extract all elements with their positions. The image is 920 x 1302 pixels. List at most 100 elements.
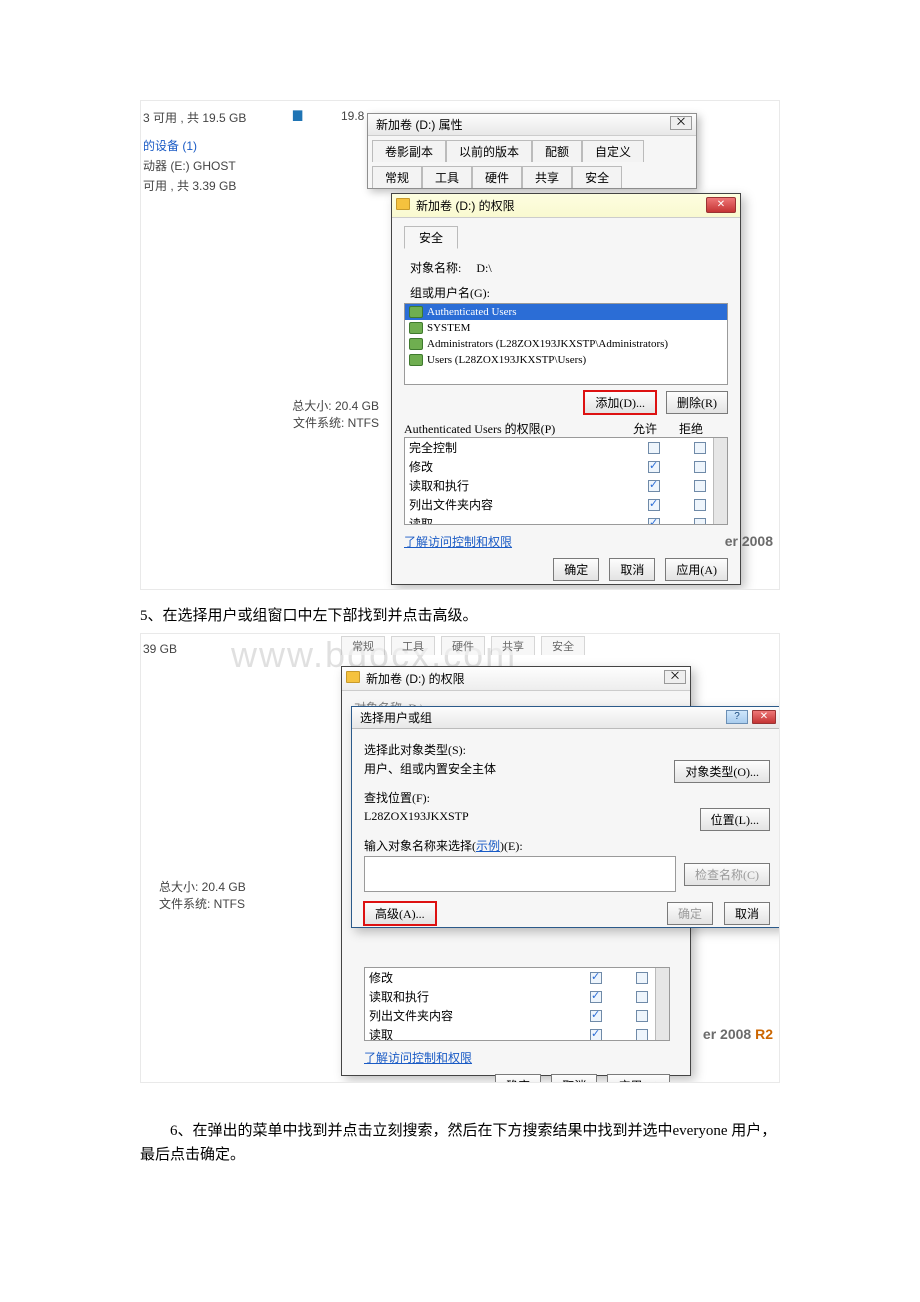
col-allow: 允许 — [622, 420, 668, 437]
object-name-label: 对象名称: — [410, 261, 461, 275]
fs-type-2: 文件系统: NTFS — [159, 895, 246, 912]
select-ok-button[interactable]: 确定 — [667, 902, 713, 925]
allow-checkbox[interactable] — [590, 1010, 602, 1022]
learn-link[interactable]: 了解访问控制和权限 — [404, 535, 512, 549]
deny-checkbox[interactable] — [636, 972, 648, 984]
watermark-version: er 2008 — [725, 533, 773, 549]
tab-hardware[interactable]: 硬件 — [472, 166, 522, 188]
tab-quota[interactable]: 配额 — [532, 140, 582, 162]
drive-icon: ▆ — [293, 107, 302, 121]
add-button[interactable]: 添加(D)... — [584, 391, 656, 414]
location-value: L28ZOX193JKXSTP — [364, 809, 692, 824]
bg-tab: 共享 — [491, 636, 535, 655]
deny-checkbox[interactable] — [694, 480, 706, 492]
help-icon[interactable]: ? — [726, 710, 748, 724]
allow-checkbox[interactable] — [590, 1029, 602, 1041]
deny-checkbox[interactable] — [694, 442, 706, 454]
deny-checkbox[interactable] — [636, 991, 648, 1003]
check-name-button[interactable]: 检查名称(C) — [684, 863, 770, 886]
total-size-2: 总大小: 20.4 GB — [159, 878, 246, 895]
screenshot-1: 3 可用 , 共 19.5 GB ▆ 19.8 的设备 (1) 动器 (E:) … — [140, 100, 780, 590]
tab-customize[interactable]: 自定义 — [582, 140, 644, 162]
allow-checkbox[interactable] — [648, 499, 660, 511]
total-size: 总大小: 20.4 GB — [292, 397, 379, 414]
properties-tabs-row1: 卷影副本 以前的版本 配额 自定义 — [368, 136, 696, 162]
ok-button[interactable]: 确定 — [553, 558, 599, 581]
deny-checkbox[interactable] — [636, 1029, 648, 1041]
allow-checkbox[interactable] — [648, 442, 660, 454]
tab-tools[interactable]: 工具 — [422, 166, 472, 188]
permissions-close-button-2[interactable]: ⨉ — [664, 670, 686, 684]
learn-link-2[interactable]: 了解访问控制和权限 — [364, 1051, 472, 1065]
group-item-admins[interactable]: Administrators (L28ZOX193JKXSTP\Administ… — [405, 336, 727, 352]
deny-checkbox[interactable] — [636, 1010, 648, 1022]
location-label: 查找位置(F): — [364, 789, 770, 806]
perm-scrollbar[interactable] — [713, 438, 727, 524]
perm-row-read-2: 读取 — [365, 1025, 669, 1041]
deny-checkbox[interactable] — [694, 461, 706, 473]
tab-previous-versions[interactable]: 以前的版本 — [446, 140, 532, 162]
properties-tabs-row2: 常规 工具 硬件 共享 安全 — [368, 162, 696, 188]
allow-checkbox[interactable] — [648, 518, 660, 525]
object-type-value: 用户、组或内置安全主体 — [364, 760, 666, 777]
folder-icon — [346, 671, 360, 683]
perm-row-modify: 修改 — [405, 457, 727, 476]
deny-checkbox[interactable] — [694, 499, 706, 511]
cancel-button-2[interactable]: 取消 — [551, 1074, 597, 1083]
watermark-version-2: er 2008 R2 — [703, 1026, 773, 1042]
apply-button[interactable]: 应用(A) — [665, 558, 728, 581]
apply-button-2[interactable]: 应用(A) — [607, 1074, 670, 1083]
allow-checkbox[interactable] — [648, 461, 660, 473]
group-label: 组或用户名(G): — [410, 284, 728, 301]
tab-sharing[interactable]: 共享 — [522, 166, 572, 188]
location-button[interactable]: 位置(L)... — [700, 808, 770, 831]
properties-dialog: 新加卷 (D:) 属性 ⨉ 卷影副本 以前的版本 配额 自定义 常规 工具 硬件… — [367, 113, 697, 189]
drive-summary: 总大小: 20.4 GB 文件系统: NTFS — [292, 397, 379, 431]
select-cancel-button[interactable]: 取消 — [724, 902, 770, 925]
drive-e-label: 动器 (E:) GHOST — [143, 157, 236, 174]
example-link[interactable]: 示例 — [476, 839, 500, 853]
group-item-users[interactable]: Users (L28ZOX193JKXSTP\Users) — [405, 352, 727, 368]
folder-icon — [396, 198, 410, 210]
advanced-button[interactable]: 高级(A)... — [364, 902, 436, 925]
perm-row-read-execute-2: 读取和执行 — [365, 987, 669, 1006]
properties-close-button[interactable]: ⨉ — [670, 116, 692, 130]
permissions-close-button[interactable]: ✕ — [706, 197, 736, 213]
object-type-button[interactable]: 对象类型(O)... — [674, 760, 770, 783]
group-list[interactable]: Authenticated Users SYSTEM Administrator… — [404, 303, 728, 385]
allow-checkbox[interactable] — [648, 480, 660, 492]
perm-scrollbar-2[interactable] — [655, 968, 669, 1040]
cancel-button[interactable]: 取消 — [609, 558, 655, 581]
select-dialog-title: 选择用户或组 — [352, 707, 780, 729]
ok-button-2[interactable]: 确定 — [495, 1074, 541, 1083]
group-item-auth-users[interactable]: Authenticated Users — [405, 304, 727, 320]
tab-shadow-copy[interactable]: 卷影副本 — [372, 140, 446, 162]
object-name-input[interactable] — [364, 856, 676, 892]
remove-button[interactable]: 删除(R) — [666, 391, 728, 414]
screenshot-2: 39 GB www.bdocx.com 常规 工具 硬件 共享 安全 总大小: … — [140, 633, 780, 1083]
bg-tab: 安全 — [541, 636, 585, 655]
group-item-system[interactable]: SYSTEM — [405, 320, 727, 336]
permissions-titlebar-2: 新加卷 (D:) 的权限 ⨉ — [342, 667, 690, 691]
perm-row-list-folder-2: 列出文件夹内容 — [365, 1006, 669, 1025]
permissions-titlebar: 新加卷 (D:) 的权限 ✕ — [392, 194, 740, 218]
tab-security[interactable]: 安全 — [572, 166, 622, 188]
enter-name-label: 输入对象名称来选择(示例)(E): — [364, 837, 770, 854]
perm-row-read: 读取 — [405, 514, 727, 525]
col-deny: 拒绝 — [668, 420, 714, 437]
drive-e-free: 可用 , 共 3.39 GB — [143, 177, 236, 194]
tab-general[interactable]: 常规 — [372, 166, 422, 188]
group-icon — [409, 322, 423, 334]
fs-type: 文件系统: NTFS — [292, 414, 379, 431]
select-user-group-dialog: 选择用户或组 ? ✕ 选择此对象类型(S): 用户、组或内置安全主体 对象类型(… — [351, 706, 780, 928]
deny-checkbox[interactable] — [694, 518, 706, 525]
object-name-value: D:\ — [476, 261, 491, 275]
permissions-title-2: 新加卷 (D:) 的权限 — [366, 672, 465, 686]
permissions-title: 新加卷 (D:) 的权限 — [416, 199, 515, 213]
perm-table: 完全控制 修改 读取和执行 列出文件夹内容 读取 — [404, 437, 728, 525]
allow-checkbox[interactable] — [590, 972, 602, 984]
select-close-button[interactable]: ✕ — [752, 710, 776, 724]
group-icon — [409, 338, 423, 350]
tab-security-inner[interactable]: 安全 — [404, 226, 458, 249]
allow-checkbox[interactable] — [590, 991, 602, 1003]
